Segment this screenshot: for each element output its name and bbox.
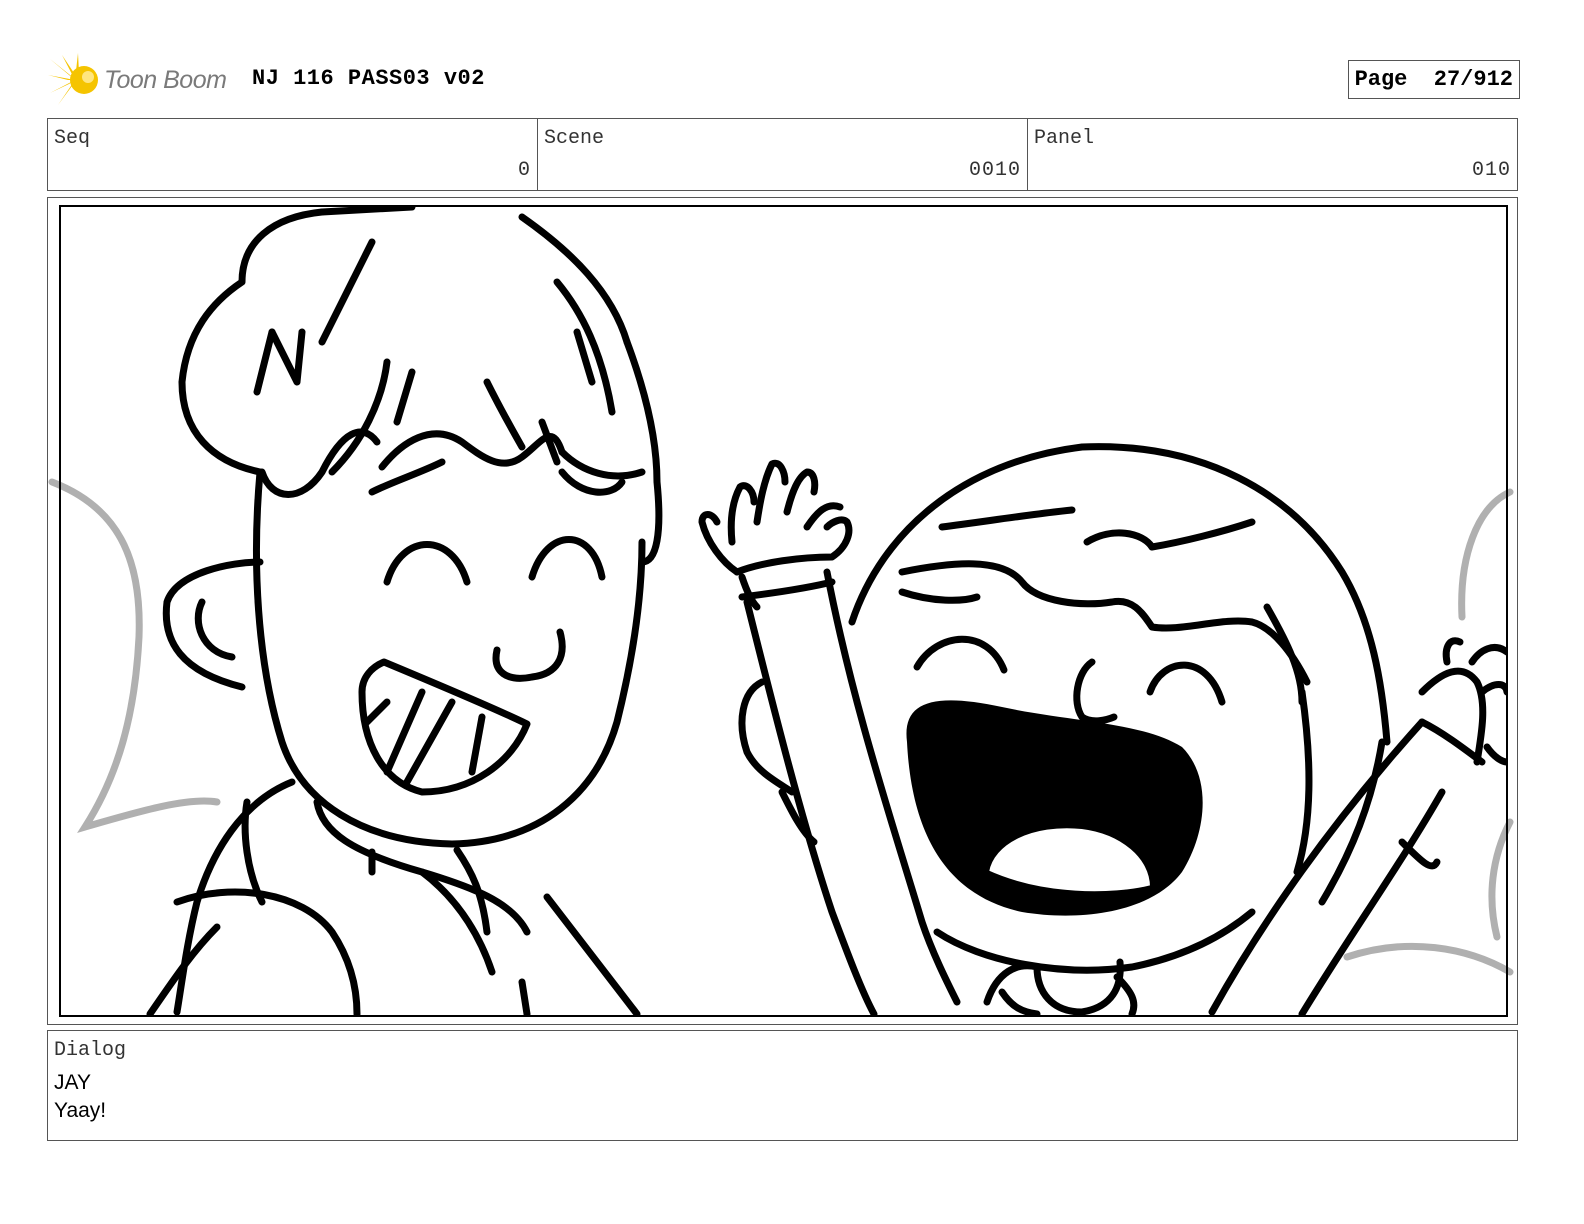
panel-cell: Panel 010 xyxy=(1028,119,1517,190)
toon-boom-logo: Toon Boom xyxy=(48,52,227,108)
scene-info-row: Seq 0 Scene 0010 Panel 010 xyxy=(47,118,1518,191)
starburst-logo-icon xyxy=(48,53,98,105)
page-number: 27/912 xyxy=(1433,67,1513,92)
dialog-label: Dialog xyxy=(54,1039,127,1062)
dialog-box: Dialog JAY Yaay! xyxy=(47,1030,1518,1141)
seq-cell: Seq 0 xyxy=(48,119,538,190)
page-indicator: Page 27/912 xyxy=(1347,60,1520,99)
seq-label: Seq xyxy=(54,127,91,150)
page-label: Page xyxy=(1354,67,1408,92)
storyboard-drawing xyxy=(146,207,1506,1015)
dialog-line: Yaay! xyxy=(54,1099,107,1122)
document-title: NJ 116 PASS03 v02 xyxy=(252,66,485,91)
storyboard-panel xyxy=(59,205,1508,1017)
logo-text: Toon Boom xyxy=(104,65,227,94)
dialog-speaker: JAY xyxy=(54,1071,91,1094)
scene-label: Scene xyxy=(544,127,605,150)
panel-value: 010 xyxy=(1471,159,1511,182)
page-header: Toon Boom NJ 116 PASS03 v02 Page 27/912 xyxy=(48,48,1520,108)
seq-value: 0 xyxy=(517,159,531,182)
panel-label: Panel xyxy=(1034,127,1095,150)
scene-cell: Scene 0010 xyxy=(538,119,1028,190)
scene-value: 0010 xyxy=(968,159,1021,182)
